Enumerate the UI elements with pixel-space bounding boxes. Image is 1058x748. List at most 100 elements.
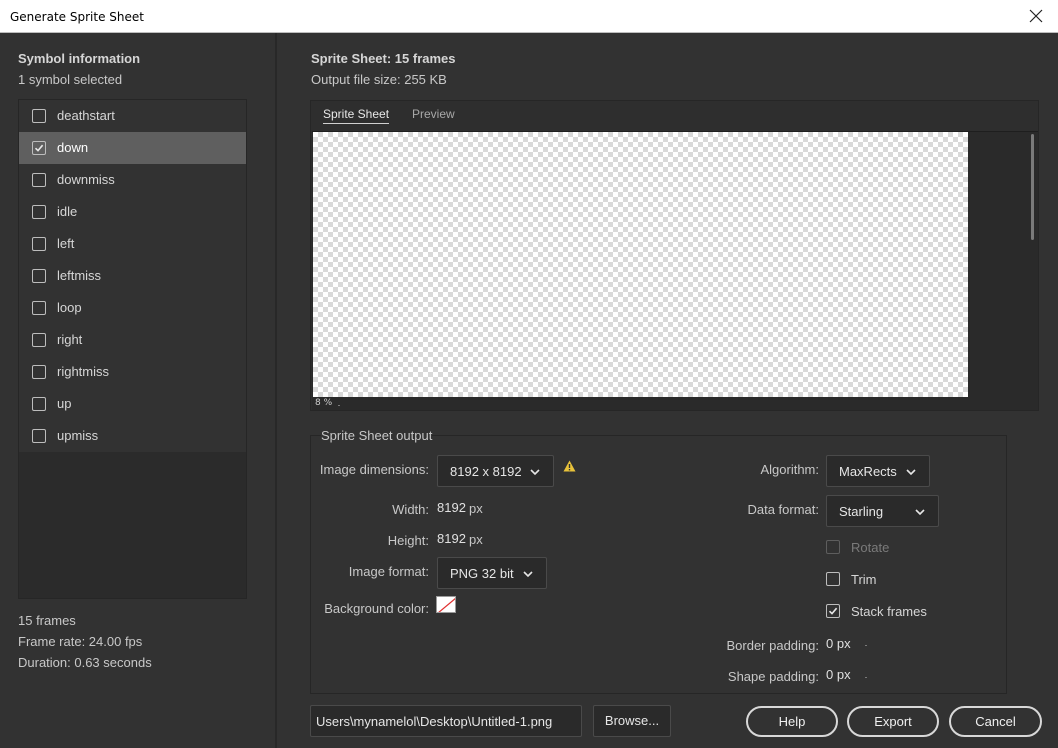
title-bar: Generate Sprite Sheet [0, 0, 1058, 33]
algorithm-dropdown[interactable]: MaxRects [826, 455, 930, 487]
checkbox[interactable] [32, 333, 46, 347]
checkbox[interactable] [32, 237, 46, 251]
width-label: Width: [392, 502, 429, 517]
sprite-sheet-panel: Sprite Sheet: 15 frames Output file size… [279, 33, 1058, 748]
list-item[interactable]: right [19, 324, 246, 356]
shape-padding-label: Shape padding: [727, 669, 819, 684]
height-value[interactable]: 8192 [437, 531, 466, 546]
shape-padding-value[interactable]: 0 px [826, 667, 851, 682]
list-item[interactable]: downmiss [19, 164, 246, 196]
background-color-swatch[interactable] [436, 596, 456, 613]
symbol-label: upmiss [57, 428, 99, 443]
stack-frames-label: Stack frames [851, 604, 927, 619]
chevron-down-icon [906, 469, 916, 476]
vertical-scrollbar[interactable] [1031, 134, 1034, 240]
trim-checkbox[interactable] [826, 572, 840, 586]
warning-icon [563, 460, 576, 472]
checkbox[interactable] [32, 141, 46, 155]
width-value[interactable]: 8192 [437, 500, 466, 515]
image-format-dropdown[interactable]: PNG 32 bit [437, 557, 547, 589]
close-icon [1029, 9, 1043, 23]
symbol-label: downmiss [57, 172, 115, 187]
output-file-size: Output file size: 255 KB [311, 72, 447, 87]
export-button[interactable]: Export [847, 706, 939, 737]
list-item[interactable]: loop [19, 292, 246, 324]
close-button[interactable] [1014, 0, 1058, 32]
checkbox[interactable] [32, 365, 46, 379]
duration: Duration: 0.63 seconds [18, 655, 152, 670]
chevron-down-icon [915, 509, 925, 516]
check-icon [828, 607, 838, 615]
checkbox[interactable] [32, 301, 46, 315]
list-item[interactable]: idle [19, 196, 246, 228]
image-dimensions-dropdown[interactable]: 8192 x 8192 [437, 455, 554, 487]
chevron-down-icon [523, 571, 533, 578]
stack-frames-checkbox[interactable] [826, 604, 840, 618]
symbol-label: leftmiss [57, 268, 102, 283]
canvas-dot [338, 405, 340, 406]
frame-count: 15 frames [18, 613, 76, 628]
list-item[interactable]: rightmiss [19, 356, 246, 388]
checkbox[interactable] [32, 429, 46, 443]
checkbox[interactable] [32, 205, 46, 219]
sprite-canvas[interactable]: 8 % [312, 131, 1038, 410]
symbol-label: up [57, 396, 72, 411]
algorithm-value: MaxRects [839, 464, 897, 479]
border-padding-value[interactable]: 0 px [826, 636, 851, 651]
list-item[interactable]: deathstart [19, 100, 246, 132]
list-item[interactable]: left [19, 228, 246, 260]
border-padding-dot [865, 645, 867, 646]
no-color-icon [438, 598, 455, 612]
image-dimensions-label: Image dimensions: [319, 462, 429, 477]
list-item[interactable]: up [19, 388, 246, 420]
shape-padding-dot [865, 677, 867, 678]
window-title: Generate Sprite Sheet [10, 10, 144, 24]
symbol-label: loop [57, 300, 82, 315]
list-item[interactable]: leftmiss [19, 260, 246, 292]
symbol-label: right [57, 332, 83, 347]
rotate-label: Rotate [851, 540, 890, 555]
check-icon [34, 144, 44, 152]
symbol-label: idle [57, 204, 78, 219]
data-format-label: Data format: [747, 502, 819, 517]
list-item[interactable]: upmiss [19, 420, 246, 452]
width-unit: px [469, 501, 483, 516]
image-format-label: Image format: [348, 564, 429, 579]
checkbox[interactable] [32, 397, 46, 411]
checkbox[interactable] [32, 109, 46, 123]
sprite-sheet-heading: Sprite Sheet: 15 frames [311, 51, 456, 66]
symbol-label: down [57, 140, 89, 155]
transparent-checkerboard [313, 132, 968, 397]
symbol-label: rightmiss [57, 364, 110, 379]
tab-sprite-sheet[interactable]: Sprite Sheet [323, 107, 390, 124]
rotate-checkbox[interactable] [826, 540, 840, 554]
symbol-label: deathstart [57, 108, 115, 123]
symbol-label: left [57, 236, 75, 251]
cancel-button[interactable]: Cancel [949, 706, 1042, 737]
height-unit: px [469, 532, 483, 547]
list-item[interactable]: down [19, 132, 246, 164]
background-color-label: Background color: [324, 601, 429, 616]
checkbox[interactable] [32, 269, 46, 283]
frame-rate: Frame rate: 24.00 fps [18, 634, 143, 649]
border-padding-label: Border padding: [726, 638, 819, 653]
tab-preview[interactable]: Preview [412, 107, 455, 121]
preview-area: Sprite Sheet Preview 8 % [310, 100, 1039, 411]
image-format-value: PNG 32 bit [450, 566, 514, 581]
image-dimensions-value: 8192 x 8192 [450, 464, 522, 479]
checkbox[interactable] [32, 173, 46, 187]
browse-button[interactable]: Browse... [593, 705, 671, 737]
zoom-level: 8 % [315, 398, 333, 408]
symbol-list[interactable]: deathstart down downmiss idle left leftm… [18, 99, 247, 599]
data-format-value: Starling [839, 504, 884, 519]
symbol-selected-count: 1 symbol selected [18, 72, 123, 87]
output-path-input[interactable]: Users\mynamelol\Desktop\Untitled-1.png [310, 705, 582, 737]
algorithm-label: Algorithm: [760, 462, 819, 477]
symbol-info-heading: Symbol information [18, 51, 141, 66]
height-label: Height: [387, 533, 429, 548]
chevron-down-icon [530, 469, 540, 476]
data-format-dropdown[interactable]: Starling [826, 495, 939, 527]
symbol-panel: Symbol information 1 symbol selected dea… [0, 33, 277, 748]
help-button[interactable]: Help [746, 706, 838, 737]
output-legend: Sprite Sheet output [321, 428, 433, 443]
